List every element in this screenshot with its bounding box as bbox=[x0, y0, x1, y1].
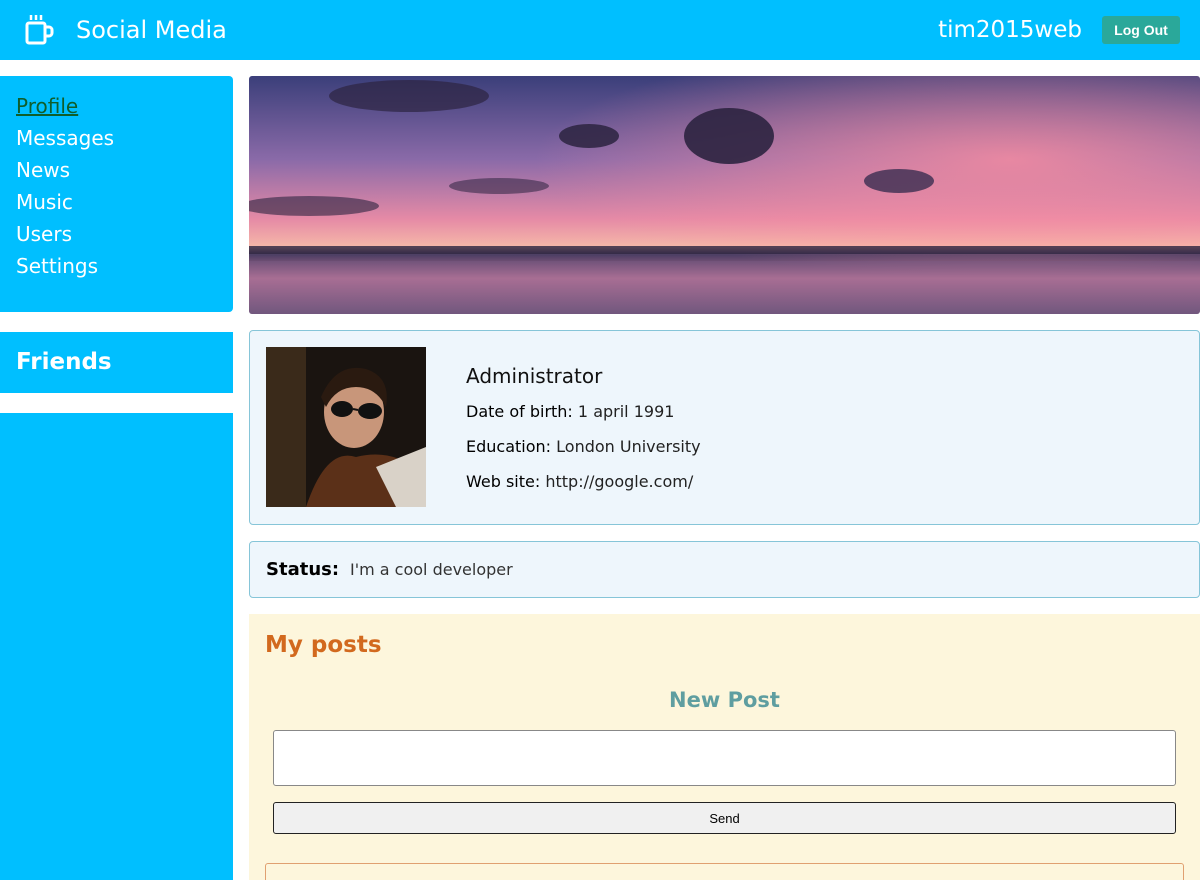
sidebar-item-users[interactable]: Users bbox=[16, 218, 217, 250]
sidebar-item-profile[interactable]: Profile bbox=[16, 90, 217, 122]
status-text[interactable]: I'm a cool developer bbox=[350, 559, 513, 581]
avatar bbox=[266, 347, 426, 507]
posts-title: My posts bbox=[265, 632, 382, 658]
my-posts-section: My posts New Post Send bbox=[249, 614, 1200, 880]
dob-value: 1 april 1991 bbox=[577, 402, 675, 421]
new-post-input[interactable] bbox=[273, 730, 1176, 786]
education-row: Education: London University bbox=[466, 436, 701, 458]
status-label: Status: bbox=[266, 559, 340, 580]
friends-panel: Friends bbox=[0, 332, 233, 393]
profile-banner-image bbox=[249, 76, 1200, 314]
friends-title: Friends bbox=[16, 349, 112, 375]
username-label: tim2015web bbox=[938, 17, 1082, 43]
education-value: London University bbox=[556, 437, 701, 456]
dob-row: Date of birth: 1 april 1991 bbox=[466, 401, 674, 423]
status-card: Status: I'm a cool developer bbox=[249, 541, 1200, 598]
sidebar-item-news[interactable]: News bbox=[16, 154, 217, 186]
education-label: Education: bbox=[466, 437, 552, 456]
sidebar-item-music[interactable]: Music bbox=[16, 186, 217, 218]
sidebar-item-settings[interactable]: Settings bbox=[16, 250, 217, 282]
sidebar-item-messages[interactable]: Messages bbox=[16, 122, 217, 154]
app-header: Social Media tim2015web Log Out bbox=[0, 0, 1200, 60]
app-title: Social Media bbox=[76, 16, 227, 44]
logout-button[interactable]: Log Out bbox=[1102, 16, 1180, 44]
new-post-title: New Post bbox=[669, 688, 780, 712]
website-value: http://google.com/ bbox=[545, 472, 694, 491]
send-button[interactable]: Send bbox=[273, 802, 1176, 834]
profile-name: Administrator bbox=[466, 364, 603, 388]
dob-label: Date of birth: bbox=[466, 402, 573, 421]
profile-info-card: Administrator Date of birth: 1 april 199… bbox=[249, 330, 1200, 525]
coffee-cup-icon[interactable] bbox=[22, 12, 56, 46]
sidebar-nav: Profile Messages News Music Users Settin… bbox=[0, 76, 233, 312]
post-item bbox=[265, 863, 1184, 880]
sidebar-filler bbox=[0, 413, 233, 880]
website-row: Web site: http://google.com/ bbox=[466, 471, 693, 493]
website-label: Web site: bbox=[466, 472, 541, 491]
